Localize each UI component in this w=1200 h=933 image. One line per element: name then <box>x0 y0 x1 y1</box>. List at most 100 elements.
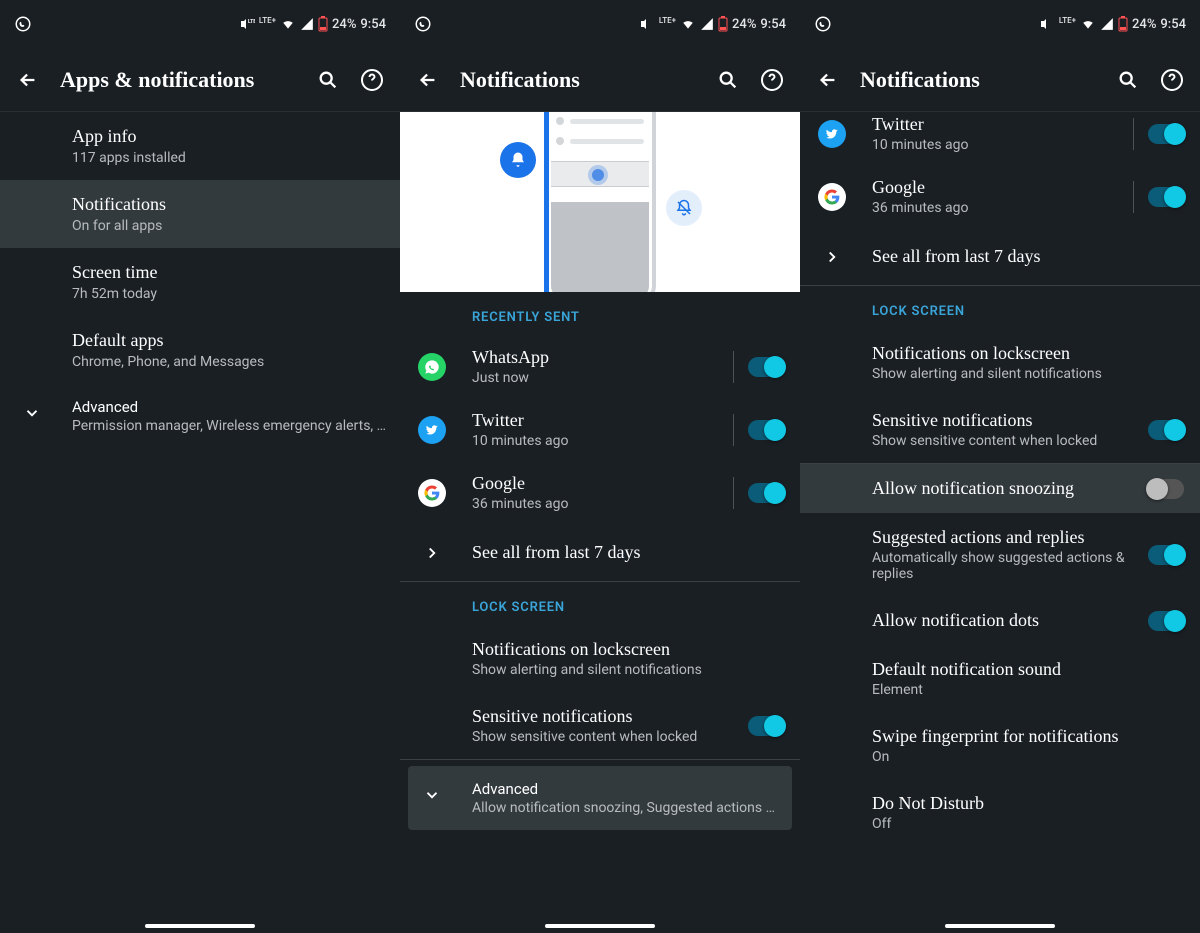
setting-primary: Allow notification dots <box>872 610 1138 631</box>
toggle-whatsapp[interactable] <box>748 357 784 377</box>
app-name: Google <box>872 177 1119 198</box>
item-advanced[interactable]: Advanced Permission manager, Wireless em… <box>0 384 400 448</box>
setting-primary: Do Not Disturb <box>872 793 1174 814</box>
toggle-sensitive[interactable] <box>748 716 784 736</box>
app-row-whatsapp[interactable]: WhatsApp Just now <box>400 335 800 398</box>
divider <box>733 477 734 509</box>
page-title: Notifications <box>460 67 696 93</box>
item-default-apps[interactable]: Default apps Chrome, Phone, and Messages <box>0 316 400 384</box>
screen-apps-notifications: LTE LTE+ 24% 9:54 Apps & notifications A… <box>0 0 400 933</box>
item-secondary: 7h 52m today <box>72 286 382 302</box>
item-primary: Notifications <box>72 194 382 215</box>
section-recently-sent: Recently Sent <box>400 292 800 335</box>
illustration <box>400 112 800 292</box>
item-advanced[interactable]: Advanced Allow notification snoozing, Su… <box>408 766 792 830</box>
volte-icon <box>639 17 655 31</box>
toggle-sensitive[interactable] <box>1148 420 1184 440</box>
app-row-twitter[interactable]: Twitter 10 minutes ago <box>400 398 800 461</box>
back-button[interactable] <box>16 68 40 92</box>
help-button[interactable] <box>360 68 384 92</box>
battery-icon <box>1118 16 1128 32</box>
item-screen-time[interactable]: Screen time 7h 52m today <box>0 248 400 316</box>
toggle-suggested[interactable] <box>1148 545 1184 565</box>
app-row-google[interactable]: Google 36 minutes ago <box>400 461 800 524</box>
setting-default-sound[interactable]: Default notification sound Element <box>800 645 1200 712</box>
item-app-info[interactable]: App info 117 apps installed <box>0 112 400 180</box>
setting-sensitive[interactable]: Sensitive notifications Show sensitive c… <box>800 396 1200 463</box>
setting-notification-dots[interactable]: Allow notification dots <box>800 596 1200 645</box>
app-bar: Notifications <box>800 48 1200 112</box>
item-secondary: On for all apps <box>72 218 382 234</box>
twitter-app-icon <box>418 416 446 444</box>
toggle-snoozing[interactable] <box>1148 479 1184 499</box>
search-button[interactable] <box>716 68 740 92</box>
see-all-button[interactable]: See all from last 7 days <box>400 524 800 581</box>
search-button[interactable] <box>1116 68 1140 92</box>
setting-primary: Sensitive notifications <box>472 706 738 727</box>
chevron-down-icon <box>18 398 46 422</box>
setting-primary: Default notification sound <box>872 659 1174 680</box>
gesture-nav-bar[interactable] <box>400 919 800 933</box>
setting-secondary: Show alerting and silent notifications <box>872 366 1174 382</box>
setting-secondary: On <box>872 749 1174 765</box>
back-button[interactable] <box>416 68 440 92</box>
toggle-dots[interactable] <box>1148 611 1184 631</box>
setting-notif-lockscreen[interactable]: Notifications on lockscreen Show alertin… <box>800 329 1200 396</box>
page-title: Notifications <box>860 67 1096 93</box>
setting-allow-snoozing[interactable]: Allow notification snoozing <box>800 464 1200 513</box>
app-time: 10 minutes ago <box>872 137 1119 153</box>
setting-primary: Notifications on lockscreen <box>472 639 774 660</box>
twitter-app-icon <box>818 120 846 148</box>
chevron-down-icon <box>418 780 446 804</box>
item-notifications[interactable]: Notifications On for all apps <box>0 180 400 248</box>
chevron-right-icon <box>418 544 446 562</box>
screen-notifications-expanded: LTE+ 24% 9:54 Notifications Twitter 10 m… <box>800 0 1200 933</box>
setting-sensitive[interactable]: Sensitive notifications Show sensitive c… <box>400 692 800 759</box>
page-title: Apps & notifications <box>60 67 296 93</box>
app-time: 36 minutes ago <box>472 496 719 512</box>
back-button[interactable] <box>816 68 840 92</box>
bell-icon <box>500 142 536 178</box>
divider <box>1133 181 1134 213</box>
divider <box>733 414 734 446</box>
lte-label: LTE+ <box>259 16 276 25</box>
wifi-icon <box>680 17 696 31</box>
gesture-nav-bar[interactable] <box>800 919 1200 933</box>
toggle-google[interactable] <box>748 483 784 503</box>
section-lock-screen: Lock Screen <box>800 286 1200 329</box>
lte-label: LTE+ <box>1059 16 1076 25</box>
search-button[interactable] <box>316 68 340 92</box>
toggle-twitter[interactable] <box>1148 124 1184 144</box>
help-button[interactable] <box>760 68 784 92</box>
wifi-icon <box>280 17 296 31</box>
setting-dnd[interactable]: Do Not Disturb Off <box>800 779 1200 846</box>
advanced-secondary: Permission manager, Wireless emergency a… <box>72 418 392 434</box>
gesture-nav-bar[interactable] <box>0 919 400 933</box>
setting-secondary: Element <box>872 682 1174 698</box>
screen-notifications: LTE+ 24% 9:54 Notifications Rece <box>400 0 800 933</box>
volte-icon <box>1039 17 1055 31</box>
see-all-button[interactable]: See all from last 7 days <box>800 228 1200 285</box>
setting-fingerprint[interactable]: Swipe fingerprint for notifications On <box>800 712 1200 779</box>
app-bar: Notifications <box>400 48 800 112</box>
status-bar: LTE+ 24% 9:54 <box>400 0 800 48</box>
signal-icon <box>700 17 714 31</box>
whatsapp-icon <box>14 15 32 33</box>
toggle-google[interactable] <box>1148 187 1184 207</box>
setting-suggested-actions[interactable]: Suggested actions and replies Automatica… <box>800 513 1200 596</box>
setting-secondary: Show sensitive content when locked <box>872 433 1138 449</box>
app-row-twitter[interactable]: Twitter 10 minutes ago <box>800 112 1200 165</box>
item-secondary: 117 apps installed <box>72 150 382 166</box>
divider <box>733 351 734 383</box>
setting-notif-lockscreen[interactable]: Notifications on lockscreen Show alertin… <box>400 625 800 692</box>
battery-percent: 24% <box>1132 17 1156 32</box>
setting-secondary: Show sensitive content when locked <box>472 729 738 745</box>
signal-icon <box>300 17 314 31</box>
app-row-google[interactable]: Google 36 minutes ago <box>800 165 1200 228</box>
clock: 9:54 <box>360 17 386 32</box>
setting-secondary: Automatically show suggested actions & r… <box>872 550 1138 582</box>
toggle-twitter[interactable] <box>748 420 784 440</box>
app-time: Just now <box>472 370 719 386</box>
item-primary: Screen time <box>72 262 382 283</box>
help-button[interactable] <box>1160 68 1184 92</box>
